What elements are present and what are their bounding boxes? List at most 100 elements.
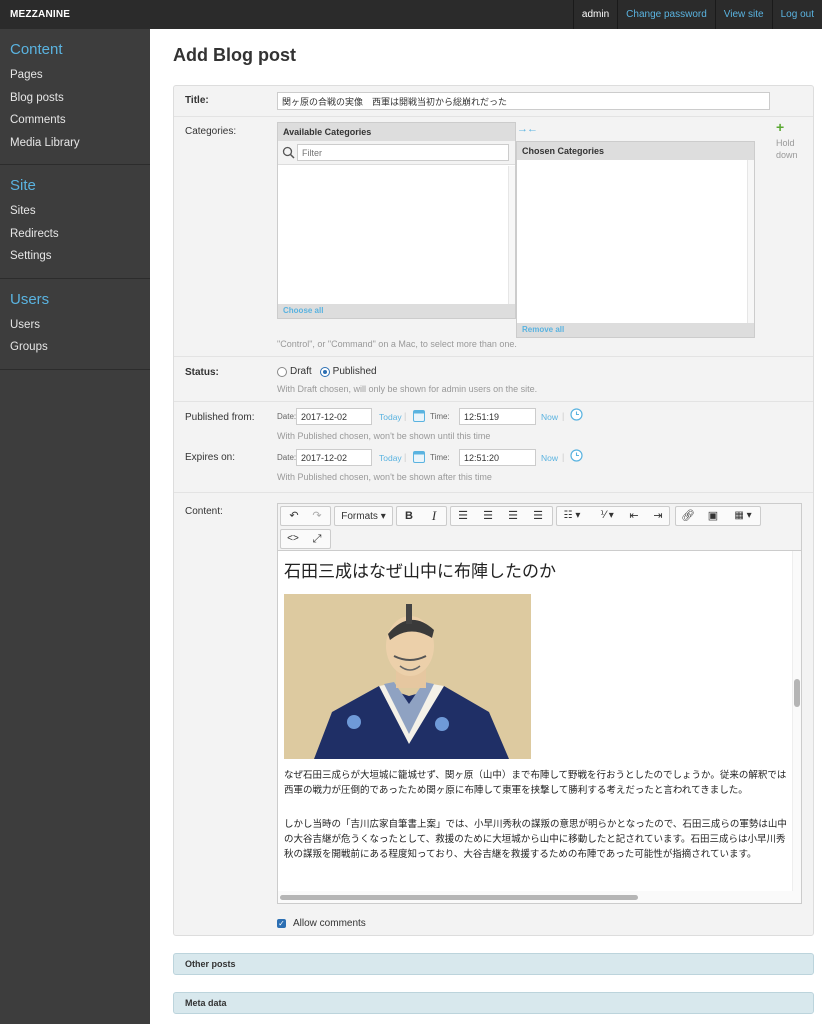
expires-now-link[interactable]: Now — [541, 453, 558, 463]
indent-icon[interactable]: ⇥ — [648, 506, 668, 526]
portrait-image[interactable] — [284, 594, 531, 759]
image-icon[interactable]: ▣ — [703, 506, 723, 526]
sidebar-item-users[interactable]: Users — [0, 314, 150, 337]
available-categories-header: Available Categories — [278, 123, 515, 141]
formats-label: Formats — [341, 511, 378, 522]
remove-all-link[interactable]: Remove all — [517, 323, 754, 337]
calendar-icon[interactable] — [413, 409, 425, 422]
title-row: Title: — [174, 86, 813, 117]
chosen-list-scrollbar[interactable] — [747, 160, 754, 323]
publish-dates-row: Published from: Date: Today | Time: Now … — [174, 402, 813, 493]
categories-label: Categories: — [185, 126, 237, 137]
published-today-link[interactable]: Today — [379, 412, 402, 422]
editor-content-area[interactable]: 石田三成はなぜ山中に布陣したのか なぜ石田三成らが大垣城に籠城せず、関ヶ原（山中… — [278, 551, 792, 891]
expires-date-input[interactable] — [296, 449, 372, 466]
allow-comments-label[interactable]: Allow comments — [293, 918, 366, 929]
other-posts-panel[interactable]: Other posts — [173, 953, 814, 975]
nav-section-title: Site — [10, 177, 36, 194]
published-now-link[interactable]: Now — [541, 412, 558, 422]
hold-down-note: Hold down — [776, 138, 798, 160]
sidebar-item-media-library[interactable]: Media Library — [0, 132, 150, 155]
sidebar-item-blog-posts[interactable]: Blog posts — [0, 87, 150, 110]
blog-post-form: Title: Categories: Available Categories … — [173, 85, 814, 936]
table-icon[interactable]: ▦ ▾ — [728, 506, 758, 526]
search-icon — [282, 146, 295, 159]
available-list-scrollbar[interactable] — [508, 166, 515, 304]
formats-dropdown[interactable]: Formats ▾ — [334, 506, 393, 526]
editor-vertical-scrollbar[interactable] — [792, 551, 801, 891]
main-content: Add Blog post Title: Categories: Availab… — [150, 29, 822, 1024]
source-code-icon[interactable]: <> — [283, 529, 303, 549]
sidebar-item-pages[interactable]: Pages — [0, 64, 150, 87]
status-published-radio[interactable] — [319, 366, 330, 377]
align-right-icon[interactable]: ☰ — [503, 506, 523, 526]
numbered-list-icon[interactable]: ⅟ ▾ — [593, 506, 621, 526]
undo-icon[interactable]: ↶ — [284, 506, 304, 526]
status-published-label[interactable]: Published — [333, 366, 377, 377]
redo-icon[interactable]: ↷ — [307, 506, 327, 526]
sidebar-item-redirects[interactable]: Redirects — [0, 223, 150, 246]
chosen-categories-list[interactable] — [517, 160, 747, 323]
clock-icon[interactable] — [570, 449, 583, 462]
italic-icon[interactable]: I — [424, 506, 444, 526]
published-date-input[interactable] — [296, 408, 372, 425]
chosen-categories-box: Chosen Categories Remove all — [516, 141, 755, 338]
page-title: Add Blog post — [173, 45, 296, 65]
log-out-link[interactable]: Log out — [771, 0, 822, 29]
clock-icon[interactable] — [570, 408, 583, 421]
editor-horizontal-scrollbar[interactable] — [278, 891, 801, 903]
category-filter-input[interactable] — [297, 144, 509, 161]
sidebar: MEZZANINE Content Pages Blog posts Comme… — [0, 0, 150, 1024]
published-time-input[interactable] — [459, 408, 536, 425]
categories-row: Categories: Available Categories Choose … — [174, 117, 813, 357]
available-categories-box: Available Categories Choose all — [277, 122, 516, 319]
calendar-icon[interactable] — [413, 450, 425, 463]
align-center-icon[interactable]: ☰ — [478, 506, 498, 526]
link-icon[interactable]: 🔗︎ — [678, 506, 698, 526]
add-category-arrow-icon[interactable]: → — [517, 123, 528, 135]
bold-icon[interactable]: B — [399, 506, 419, 526]
expires-today-link[interactable]: Today — [379, 453, 402, 463]
align-left-icon[interactable]: ☰ — [453, 506, 473, 526]
sidebar-item-groups[interactable]: Groups — [0, 336, 150, 359]
editor-toolbar: ↶ ↷ Formats ▾ B I ☰ ☰ ☰ ☰ ☷ ▾ ⅟ ▾ ⇤ ⇥ 🔗︎… — [278, 504, 801, 551]
nav-section-site: Site Sites Redirects Settings — [0, 165, 150, 279]
title-label: Title: — [185, 95, 209, 106]
sidebar-item-settings[interactable]: Settings — [0, 245, 150, 268]
rich-text-editor: ↶ ↷ Formats ▾ B I ☰ ☰ ☰ ☰ ☷ ▾ ⅟ ▾ ⇤ ⇥ 🔗︎… — [277, 503, 802, 904]
content-paragraph: しかし当時の「吉川広家自筆書上案」では、小早川秀秋の謀叛の意思が明らかとなったの… — [284, 819, 787, 860]
remove-category-arrow-icon[interactable]: ← — [527, 123, 538, 135]
meta-data-panel[interactable]: Meta data — [173, 992, 814, 1014]
change-password-link[interactable]: Change password — [617, 0, 715, 29]
chosen-categories-header: Chosen Categories — [517, 142, 754, 160]
published-from-label: Published from: — [185, 412, 255, 423]
editor-vertical-scroll-thumb[interactable] — [794, 679, 800, 707]
expires-time-input[interactable] — [459, 449, 536, 466]
sidebar-item-sites[interactable]: Sites — [0, 200, 150, 223]
allow-comments-checkbox[interactable]: ✓ — [277, 919, 286, 928]
published-date-label: Date: — [277, 412, 297, 421]
outdent-icon[interactable]: ⇤ — [624, 506, 644, 526]
status-draft-label[interactable]: Draft — [290, 366, 312, 377]
add-category-plus-icon[interactable]: + — [776, 119, 784, 135]
align-justify-icon[interactable]: ☰ — [528, 506, 548, 526]
status-draft-radio[interactable] — [277, 366, 287, 377]
expires-time-label: Time: — [430, 453, 450, 462]
fullscreen-icon[interactable]: ⤢ — [307, 529, 327, 549]
brand-logo[interactable]: MEZZANINE — [0, 0, 150, 29]
nav-section-title: Users — [10, 290, 50, 308]
choose-all-link[interactable]: Choose all — [278, 304, 515, 318]
bullet-list-icon[interactable]: ☷ ▾ — [558, 506, 586, 526]
title-input[interactable] — [277, 92, 770, 110]
expires-on-label: Expires on: — [185, 452, 236, 463]
view-site-link[interactable]: View site — [714, 0, 772, 29]
expires-date-label: Date: — [277, 453, 297, 462]
editor-horizontal-scroll-thumb[interactable] — [280, 895, 638, 900]
published-help-text: With Published chosen, won't be shown un… — [277, 431, 491, 441]
status-row: Status: Draft Published With Draft chose… — [174, 357, 813, 402]
top-bar: admin Change password View site Log out — [150, 0, 822, 29]
available-categories-list[interactable] — [278, 166, 515, 304]
current-user: admin — [572, 0, 617, 29]
nav-section-title: Content — [10, 41, 63, 58]
sidebar-item-comments[interactable]: Comments — [0, 109, 150, 132]
